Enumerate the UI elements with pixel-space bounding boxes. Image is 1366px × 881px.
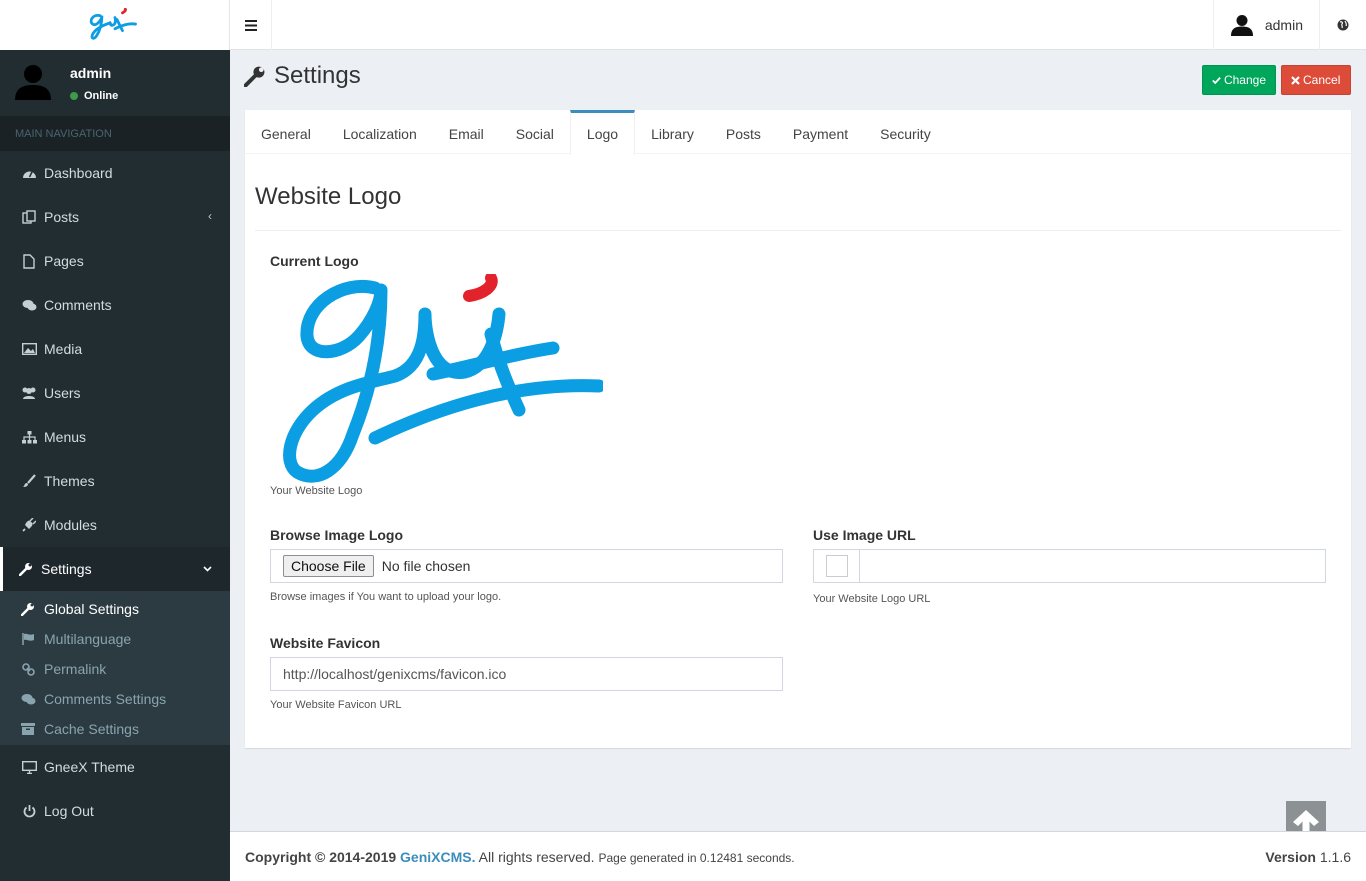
divider [255, 230, 1341, 231]
sitemap-icon [21, 429, 37, 445]
wrench-icon [18, 561, 34, 577]
sidebar: admin Online MAIN NAVIGATION Dashboard P… [0, 50, 230, 881]
online-status-text: Online [84, 90, 119, 102]
chevron-left-icon: ‹ [208, 209, 212, 223]
favicon-help: Your Website Favicon URL [270, 699, 402, 711]
tab-library[interactable]: Library [635, 110, 710, 154]
sidebar-item-settings[interactable]: Settings [0, 547, 230, 591]
globe-icon [1337, 19, 1349, 31]
favicon-label: Website Favicon [270, 635, 381, 651]
content-header: Settings [244, 62, 361, 90]
sidebar-item-media[interactable]: Media [0, 327, 230, 371]
tab-security[interactable]: Security [864, 110, 947, 154]
sidebar-user-name: admin [70, 65, 112, 81]
tab-social[interactable]: Social [500, 110, 570, 154]
settings-tabs: General Localization Email Social Logo L… [245, 110, 1351, 155]
wrench-icon [20, 602, 36, 616]
sidebar-item-modules[interactable]: Modules [0, 503, 230, 547]
power-icon [21, 803, 37, 819]
arrow-up-icon [1293, 810, 1319, 832]
chevron-down-icon [203, 561, 212, 575]
users-icon [21, 385, 37, 401]
sidebar-item-menus[interactable]: Menus [0, 415, 230, 459]
check-icon [1212, 76, 1221, 84]
file-icon [21, 253, 37, 269]
desktop-icon [21, 759, 37, 775]
wrench-icon [244, 66, 265, 87]
sidebar-item-dashboard[interactable]: Dashboard [0, 151, 230, 195]
change-button[interactable]: Change [1202, 65, 1276, 95]
tab-general[interactable]: General [245, 110, 327, 154]
image-icon [21, 341, 37, 357]
logo-file-input[interactable]: Choose File No file chosen [270, 549, 783, 583]
footer: Copyright © 2014-2019 GeniXCMS. All righ… [230, 831, 1366, 881]
file-status: No file chosen [381, 558, 471, 574]
sidebar-toggle-button[interactable] [230, 0, 272, 50]
sidebar-item-themes[interactable]: Themes [0, 459, 230, 503]
settings-box: General Localization Email Social Logo L… [245, 110, 1351, 748]
current-logo-image [283, 274, 603, 483]
sidebar-item-log-out[interactable]: Log Out [0, 789, 230, 833]
choose-file-button[interactable]: Choose File [283, 555, 374, 577]
image-url-group [813, 549, 1326, 583]
paint-brush-icon [21, 473, 37, 489]
comments-icon [21, 297, 37, 313]
language-button[interactable] [1319, 0, 1366, 50]
sidebar-subitem-global-settings[interactable]: Global Settings [0, 594, 230, 624]
cancel-button[interactable]: Cancel [1281, 65, 1351, 95]
tab-localization[interactable]: Localization [327, 110, 433, 154]
sidebar-item-gneex-theme[interactable]: GneeX Theme [0, 745, 230, 789]
use-url-checkbox[interactable] [825, 555, 848, 577]
image-url-help: Your Website Logo URL [813, 593, 931, 605]
genix-logo-icon [89, 8, 137, 40]
sidebar-subitem-multilanguage[interactable]: Multilanguage [0, 624, 230, 654]
nav-header: MAIN NAVIGATION [0, 116, 230, 151]
section-title: Website Logo [255, 183, 402, 210]
online-status: Online [70, 90, 118, 102]
image-url-label: Use Image URL [813, 527, 916, 543]
sidebar-item-comments[interactable]: Comments [0, 283, 230, 327]
dashboard-icon [21, 165, 37, 181]
online-dot-icon [70, 92, 78, 100]
sidebar-item-users[interactable]: Users [0, 371, 230, 415]
use-url-checkbox-addon [813, 549, 860, 583]
browse-logo-label: Browse Image Logo [270, 527, 404, 543]
flag-icon [20, 632, 36, 646]
favicon-input[interactable]: http://localhost/genixcms/favicon.ico [270, 657, 783, 691]
close-icon [1291, 75, 1300, 85]
top-navbar: admin [230, 0, 1366, 50]
footer-copyright: Copyright © 2014-2019 GeniXCMS. All righ… [245, 848, 795, 865]
settings-submenu: Global Settings Multilanguage Permalink … [0, 591, 230, 745]
sidebar-subitem-permalink[interactable]: Permalink [0, 654, 230, 684]
plug-icon [21, 517, 37, 533]
tab-email[interactable]: Email [433, 110, 500, 154]
page-title: Settings [244, 62, 361, 90]
current-logo-label: Current Logo [270, 253, 359, 269]
current-logo-help: Your Website Logo [270, 485, 363, 497]
sidebar-item-pages[interactable]: Pages [0, 239, 230, 283]
hamburger-icon [244, 19, 257, 31]
sidebar-subitem-cache-settings[interactable]: Cache Settings [0, 714, 230, 744]
archive-icon [20, 722, 36, 736]
browse-logo-help: Browse images if You want to upload your… [270, 591, 502, 603]
user-menu-name: admin [1264, 17, 1303, 33]
footer-brand-link[interactable]: GeniXCMS. [400, 849, 475, 865]
user-menu[interactable]: admin [1212, 0, 1319, 50]
avatar [15, 65, 51, 100]
user-avatar-icon [1230, 15, 1253, 36]
footer-version: Version 1.1.6 [1265, 848, 1351, 865]
posts-icon [21, 209, 37, 225]
sidebar-user-panel: admin Online [0, 50, 230, 116]
image-url-input[interactable] [860, 549, 1326, 583]
link-icon [20, 662, 36, 676]
tab-posts[interactable]: Posts [710, 110, 777, 154]
sidebar-item-posts[interactable]: Posts ‹ [0, 195, 230, 239]
brand-logo[interactable] [0, 0, 230, 50]
tab-logo[interactable]: Logo [569, 110, 636, 155]
comments-icon [20, 692, 36, 706]
tab-payment[interactable]: Payment [777, 110, 864, 154]
sidebar-subitem-comments-settings[interactable]: Comments Settings [0, 684, 230, 714]
